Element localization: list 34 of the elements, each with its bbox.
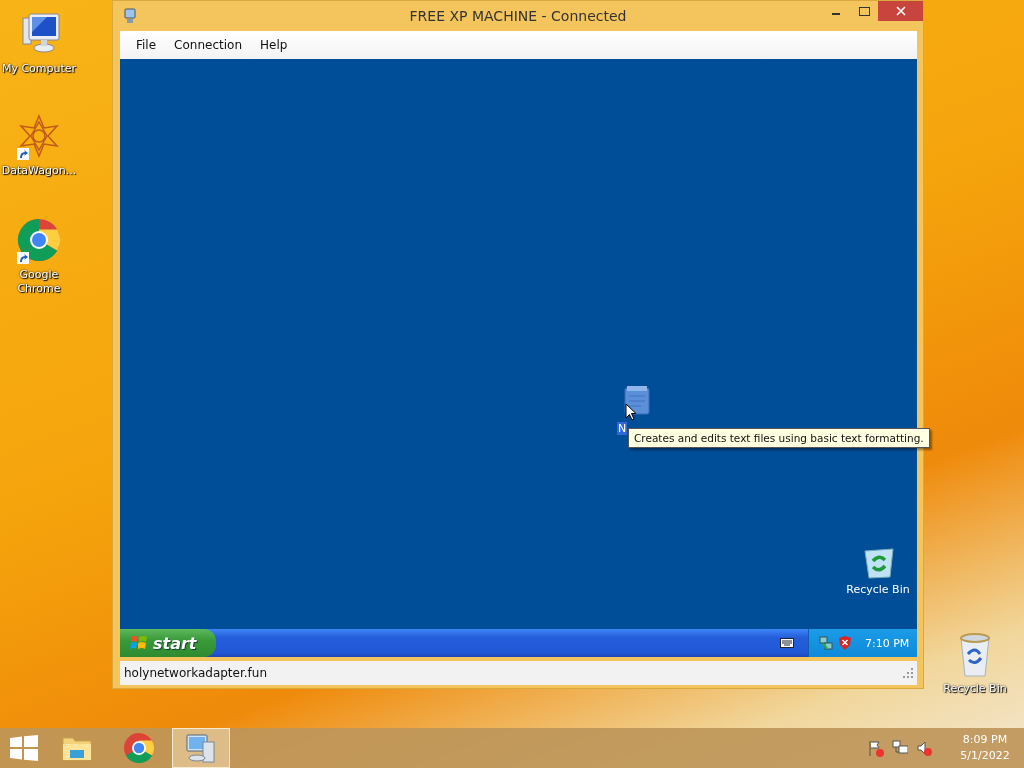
network-icon bbox=[819, 636, 833, 650]
menu-item[interactable]: File bbox=[127, 38, 166, 52]
security-alert-icon bbox=[839, 636, 851, 650]
clock-time: 8:09 PM bbox=[961, 732, 1009, 748]
windows-logo-icon bbox=[130, 635, 148, 651]
chrome-icon bbox=[17, 218, 61, 262]
network-icon bbox=[892, 739, 908, 757]
tooltip: Creates and edits text files using basic text formatting. bbox=[628, 428, 930, 448]
chrome-icon bbox=[123, 732, 155, 764]
clock: 7:10 PM bbox=[865, 636, 910, 650]
icon-label: Recycle Bin bbox=[846, 583, 910, 596]
star-pattern-icon bbox=[17, 114, 61, 158]
icon-label: Google Chrome bbox=[16, 268, 62, 296]
mouse-pointer-icon bbox=[625, 403, 637, 422]
clock-date: 5/1/2022 bbox=[959, 748, 1011, 764]
computer-icon bbox=[185, 732, 217, 764]
computer-icon bbox=[123, 8, 137, 24]
speaker-muted-icon bbox=[916, 739, 932, 757]
resize-grip-icon bbox=[903, 668, 913, 678]
start-button[interactable]: start bbox=[120, 629, 216, 657]
keyboard-icon bbox=[780, 638, 794, 648]
icon-label: Recycle Bin bbox=[942, 682, 1008, 696]
flag-icon bbox=[868, 739, 884, 757]
window-title: FREE XP MACHINE - Connected bbox=[408, 8, 628, 24]
menu-item[interactable]: Help bbox=[251, 38, 297, 52]
close-icon bbox=[895, 6, 906, 16]
icon-label: N bbox=[617, 422, 628, 435]
recycle-bin-icon bbox=[861, 545, 895, 581]
icon-label: DataWagon... bbox=[0, 164, 78, 178]
icon-label: My Computer bbox=[0, 62, 78, 76]
windows-logo-icon bbox=[10, 735, 38, 761]
menu-item[interactable]: Connection bbox=[165, 38, 251, 52]
taskbar-app-button[interactable] bbox=[172, 728, 230, 768]
status-text: holynetworkadapter.fun bbox=[124, 666, 267, 680]
